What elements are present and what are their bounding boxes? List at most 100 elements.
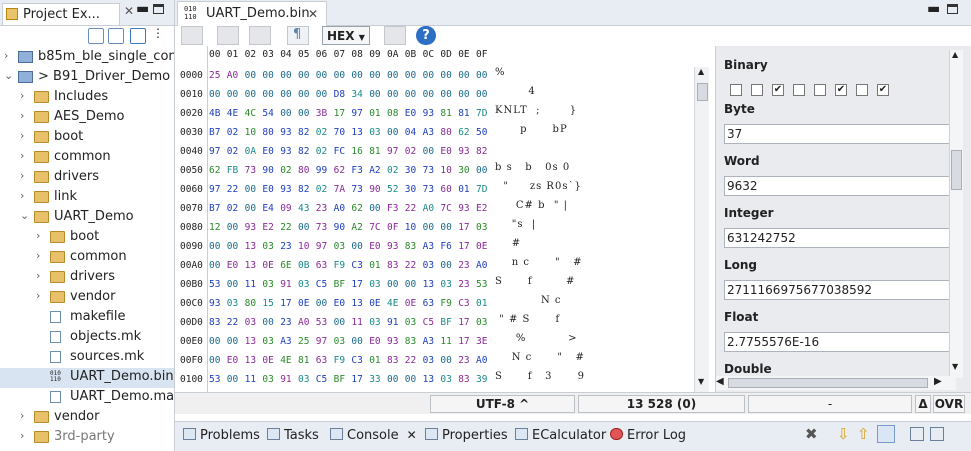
byte-field[interactable]: 37 bbox=[724, 124, 950, 144]
tree-item[interactable]: › Includes bbox=[0, 88, 174, 108]
tree-item[interactable]: sources.mk bbox=[0, 348, 174, 368]
hex-byte[interactable]: 50 bbox=[476, 127, 487, 138]
row-bytes[interactable]: 93 03 80 15 17 0E 00 E0 13 0E 4E 0E 63 F9 C3 01 bbox=[209, 294, 495, 313]
grid-icon[interactable] bbox=[930, 427, 944, 441]
hex-byte[interactable]: B7 bbox=[209, 203, 220, 214]
inspector-vertical-scrollbar[interactable]: ▲ ▼ bbox=[949, 50, 963, 378]
chevron-right-icon[interactable]: › bbox=[36, 229, 40, 242]
hex-byte[interactable]: 93 bbox=[280, 146, 291, 157]
hex-byte[interactable]: 01 bbox=[369, 355, 380, 366]
hex-byte[interactable]: 00 bbox=[227, 89, 238, 100]
insert-mode-status[interactable]: OVR bbox=[933, 395, 965, 413]
hex-byte[interactable]: 13 bbox=[245, 241, 256, 252]
columns-icon[interactable] bbox=[384, 26, 406, 45]
hex-byte[interactable]: 00 bbox=[351, 241, 362, 252]
hex-byte[interactable]: 62 bbox=[351, 203, 362, 214]
hex-byte[interactable]: 91 bbox=[280, 279, 291, 290]
row-ascii[interactable]: p bP bbox=[495, 124, 693, 142]
hex-byte[interactable]: 70 bbox=[334, 127, 345, 138]
hex-byte[interactable]: 00 bbox=[280, 108, 291, 119]
hex-byte[interactable]: 00 bbox=[440, 355, 451, 366]
encoding-status[interactable]: UTF-8 ^ bbox=[430, 395, 575, 413]
hex-byte[interactable]: 00 bbox=[387, 279, 398, 290]
hex-byte[interactable]: 02 bbox=[316, 146, 327, 157]
tree-item[interactable]: UART_Demo.map bbox=[0, 388, 174, 408]
hex-byte[interactable]: 22 bbox=[405, 260, 416, 271]
hex-byte[interactable]: 00 bbox=[316, 70, 327, 81]
hex-byte[interactable]: 17 bbox=[334, 108, 345, 119]
hex-byte[interactable]: 0E bbox=[476, 241, 487, 252]
hex-byte[interactable]: 54 bbox=[262, 108, 273, 119]
hex-byte[interactable]: 83 bbox=[209, 317, 220, 328]
hex-byte[interactable]: 81 bbox=[369, 146, 380, 157]
save-icon[interactable] bbox=[181, 26, 203, 45]
row-ascii[interactable]: "s | bbox=[495, 219, 693, 237]
hex-byte[interactable]: 02 bbox=[227, 127, 238, 138]
hex-byte[interactable]: 73 bbox=[351, 184, 362, 195]
row-bytes[interactable]: 00 00 13 03 A3 25 97 03 00 E0 93 83 A3 11 17 3E bbox=[209, 332, 495, 351]
hex-byte[interactable]: 0F bbox=[387, 222, 398, 233]
hex-byte[interactable]: 03 bbox=[227, 298, 238, 309]
row-bytes[interactable]: 97 02 0A E0 93 82 02 FC 16 81 97 02 00 E0 93 82 bbox=[209, 142, 495, 161]
tree-item[interactable]: › vendor bbox=[0, 408, 174, 428]
hex-byte[interactable]: 00 bbox=[298, 108, 309, 119]
hex-byte[interactable]: E0 bbox=[440, 146, 451, 157]
hex-byte[interactable]: 0E bbox=[298, 298, 309, 309]
row-bytes[interactable]: 00 00 13 03 23 10 97 03 00 E0 93 83 A3 F6 17 0E bbox=[209, 237, 495, 256]
hex-byte[interactable]: 03 bbox=[405, 317, 416, 328]
redo-icon[interactable] bbox=[249, 26, 271, 45]
hex-byte[interactable]: 03 bbox=[262, 279, 273, 290]
hex-byte[interactable]: BF bbox=[440, 317, 451, 328]
hex-byte[interactable]: A2 bbox=[351, 222, 362, 233]
hex-byte[interactable]: 17 bbox=[351, 279, 362, 290]
hex-byte[interactable]: E0 bbox=[262, 184, 273, 195]
hex-byte[interactable]: 22 bbox=[405, 355, 416, 366]
hex-byte[interactable]: 83 bbox=[458, 374, 469, 385]
hex-byte[interactable]: 81 bbox=[458, 108, 469, 119]
tree-item[interactable]: ⌄ UART_Demo bbox=[0, 208, 174, 228]
hex-byte[interactable]: 03 bbox=[334, 241, 345, 252]
hex-byte[interactable]: 00 bbox=[298, 70, 309, 81]
hex-byte[interactable]: 62 bbox=[334, 165, 345, 176]
hex-byte[interactable]: 00 bbox=[423, 146, 434, 157]
hex-byte[interactable]: 23 bbox=[458, 355, 469, 366]
hex-byte[interactable]: 00 bbox=[369, 70, 380, 81]
hex-byte[interactable]: 91 bbox=[387, 317, 398, 328]
hex-byte[interactable]: 12 bbox=[209, 222, 220, 233]
maximize-icon[interactable] bbox=[947, 4, 958, 14]
chevron-right-icon[interactable]: › bbox=[20, 149, 24, 162]
chevron-right-icon[interactable]: › bbox=[20, 109, 24, 122]
hex-byte[interactable]: 00 bbox=[458, 70, 469, 81]
hex-byte[interactable]: 13 bbox=[423, 279, 434, 290]
hex-byte[interactable]: 10 bbox=[405, 222, 416, 233]
hex-byte[interactable]: 00 bbox=[387, 127, 398, 138]
chevron-right-icon[interactable]: › bbox=[36, 289, 40, 302]
hex-byte[interactable]: 01 bbox=[369, 108, 380, 119]
close-icon[interactable]: ✕ bbox=[407, 428, 417, 442]
hex-byte[interactable]: 01 bbox=[458, 184, 469, 195]
hex-byte[interactable]: 00 bbox=[262, 70, 273, 81]
bit-checkbox[interactable] bbox=[856, 84, 868, 96]
clear-icon[interactable]: ✖ bbox=[805, 425, 818, 443]
hex-byte[interactable]: E0 bbox=[334, 298, 345, 309]
hex-vertical-scrollbar[interactable]: ▲ ▼ bbox=[694, 67, 709, 392]
row-ascii[interactable]: # bbox=[495, 238, 693, 256]
hex-byte[interactable]: 33 bbox=[369, 374, 380, 385]
hex-byte[interactable]: 03 bbox=[334, 336, 345, 347]
tab-ecalculator[interactable]: ECalculator bbox=[515, 428, 606, 443]
row-ascii[interactable]: % bbox=[495, 67, 693, 85]
inspector-horizontal-scrollbar[interactable]: ◀ ▶ bbox=[716, 376, 956, 390]
hex-byte[interactable]: 00 bbox=[369, 203, 380, 214]
hex-byte[interactable]: 93 bbox=[280, 127, 291, 138]
hex-byte[interactable]: 03 bbox=[369, 317, 380, 328]
row-ascii[interactable]: N c bbox=[495, 295, 693, 313]
hex-byte[interactable]: 53 bbox=[476, 279, 487, 290]
hex-byte[interactable]: 17 bbox=[458, 336, 469, 347]
hex-byte[interactable]: F9 bbox=[334, 260, 345, 271]
hex-byte[interactable]: 23 bbox=[280, 241, 291, 252]
hex-byte[interactable]: 00 bbox=[405, 89, 416, 100]
hex-byte[interactable]: 15 bbox=[262, 298, 273, 309]
project-explorer-tab[interactable]: Project Ex... bbox=[2, 3, 120, 25]
hex-byte[interactable]: 00 bbox=[227, 336, 238, 347]
hex-byte[interactable]: 80 bbox=[440, 127, 451, 138]
